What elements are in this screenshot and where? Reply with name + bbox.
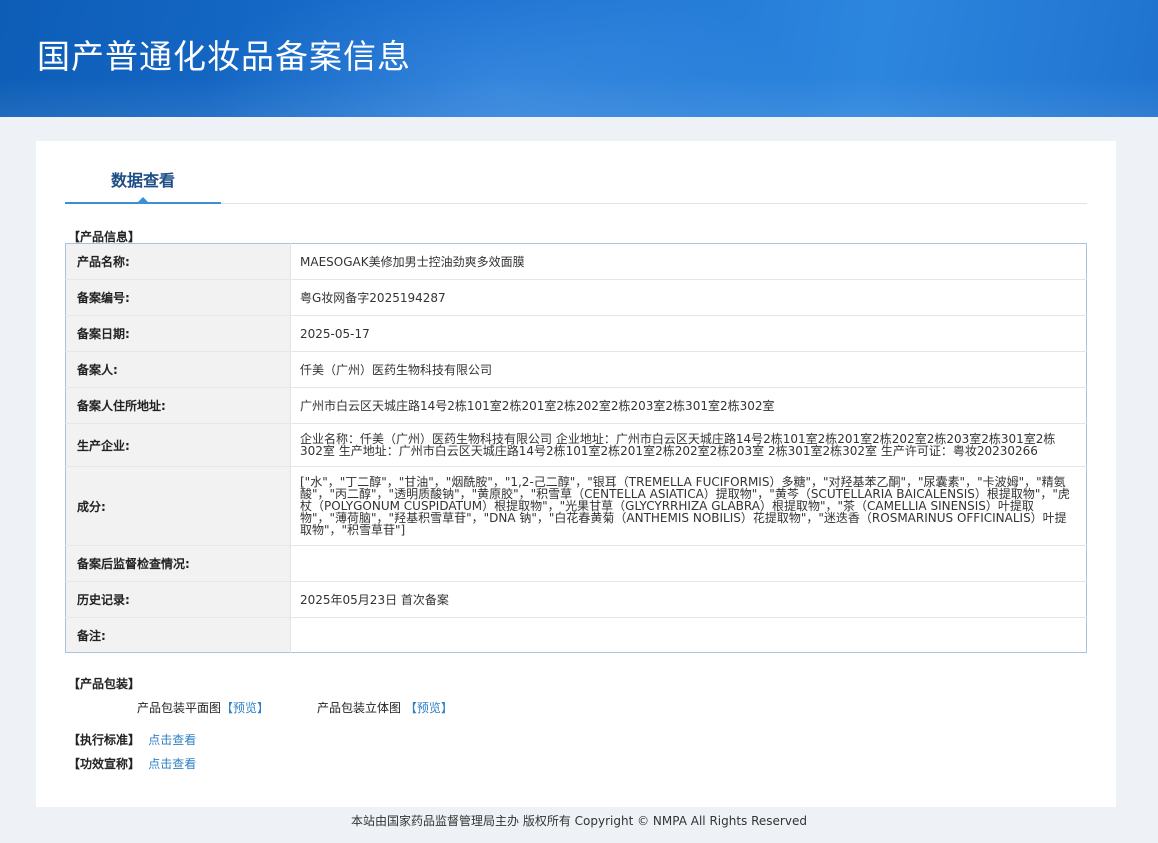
- row-label: 备案后监督检查情况:: [65, 545, 291, 582]
- row-label: 备案人:: [65, 351, 291, 388]
- row-label: 产品名称:: [65, 243, 291, 280]
- page-header: 国产普通化妆品备案信息: [0, 0, 1158, 117]
- table-row: 历史记录: 2025年05月23日 首次备案: [65, 581, 1087, 618]
- row-label: 历史记录:: [65, 581, 291, 618]
- table-row: 备注:: [65, 617, 1087, 653]
- row-label: 生产企业:: [65, 423, 291, 467]
- row-value: 2025-05-17: [290, 315, 1087, 352]
- section-efficacy: 【功效宣称】 点击查看: [68, 755, 196, 772]
- row-value: 广州市白云区天城庄路14号2栋101室2栋201室2栋202室2栋203室2栋3…: [290, 387, 1087, 424]
- tab-data-view-label: 数据查看: [110, 171, 175, 190]
- row-label: 备案人住所地址:: [65, 387, 291, 424]
- row-value: 粤G妆网备字2025194287: [290, 279, 1087, 316]
- page-footer: 本站由国家药品监督管理局主办 版权所有 Copyright © NMPA All…: [351, 814, 807, 828]
- row-label: 备案日期:: [65, 315, 291, 352]
- table-row: 生产企业: 企业名称：仟美（广州）医药生物科技有限公司 企业地址：广州市白云区天…: [65, 423, 1087, 467]
- row-value: 仟美（广州）医药生物科技有限公司: [290, 351, 1087, 388]
- table-row: 产品名称: MAESOGAK美修加男士控油劲爽多效面膜: [65, 243, 1087, 280]
- package-solid-preview-link[interactable]: 【预览】: [405, 701, 453, 715]
- package-flat-label: 产品包装平面图: [137, 701, 222, 715]
- package-solid-label: 产品包装立体图: [317, 701, 402, 715]
- table-row: 成分: ["水"，"丁二醇"，"甘油"，"烟酰胺"，"1,2-己二醇"，"银耳（…: [65, 466, 1087, 546]
- row-label: 备案编号:: [65, 279, 291, 316]
- row-value: [290, 545, 1087, 582]
- efficacy-view-link[interactable]: 点击查看: [148, 757, 196, 771]
- row-value: MAESOGAK美修加男士控油劲爽多效面膜: [290, 243, 1087, 280]
- package-flat-view: 产品包装平面图【预览】: [137, 699, 269, 716]
- table-row: 备案日期: 2025-05-17: [65, 315, 1087, 352]
- row-label: 备注:: [65, 617, 291, 653]
- table-row: 备案人: 仟美（广州）医药生物科技有限公司: [65, 351, 1087, 388]
- row-value: [291, 618, 1087, 653]
- standard-view-link[interactable]: 点击查看: [148, 733, 196, 747]
- row-label: 成分:: [65, 466, 291, 546]
- page-title: 国产普通化妆品备案信息: [37, 37, 411, 76]
- package-flat-preview-link[interactable]: 【预览】: [221, 701, 269, 715]
- section-standard-label: 【执行标准】: [68, 733, 141, 747]
- tab-data-view[interactable]: 数据查看: [65, 141, 221, 204]
- row-value: 企业名称：仟美（广州）医药生物科技有限公司 企业地址：广州市白云区天城庄路14号…: [290, 423, 1087, 467]
- section-standard: 【执行标准】 点击查看: [68, 731, 196, 748]
- table-row: 备案编号: 粤G妆网备字2025194287: [65, 279, 1087, 316]
- section-efficacy-label: 【功效宣称】: [68, 757, 141, 771]
- row-value: ["水"，"丁二醇"，"甘油"，"烟酰胺"，"1,2-己二醇"，"银耳（TREM…: [290, 466, 1087, 546]
- section-packaging-label: 【产品包装】: [68, 677, 141, 691]
- content-card: 数据查看 【产品信息】 产品名称: MAESOGAK美修加男士控油劲爽多效面膜 …: [36, 141, 1116, 807]
- product-info-table: 产品名称: MAESOGAK美修加男士控油劲爽多效面膜 备案编号: 粤G妆网备字…: [65, 243, 1087, 653]
- tab-bar: 数据查看: [65, 141, 1087, 204]
- table-row: 备案后监督检查情况:: [65, 545, 1087, 582]
- tab-active-indicator: [137, 197, 149, 203]
- table-row: 备案人住所地址: 广州市白云区天城庄路14号2栋101室2栋201室2栋202室…: [65, 387, 1087, 424]
- row-value: 2025年05月23日 首次备案: [290, 581, 1087, 618]
- package-solid-view: 产品包装立体图 【预览】: [317, 699, 453, 716]
